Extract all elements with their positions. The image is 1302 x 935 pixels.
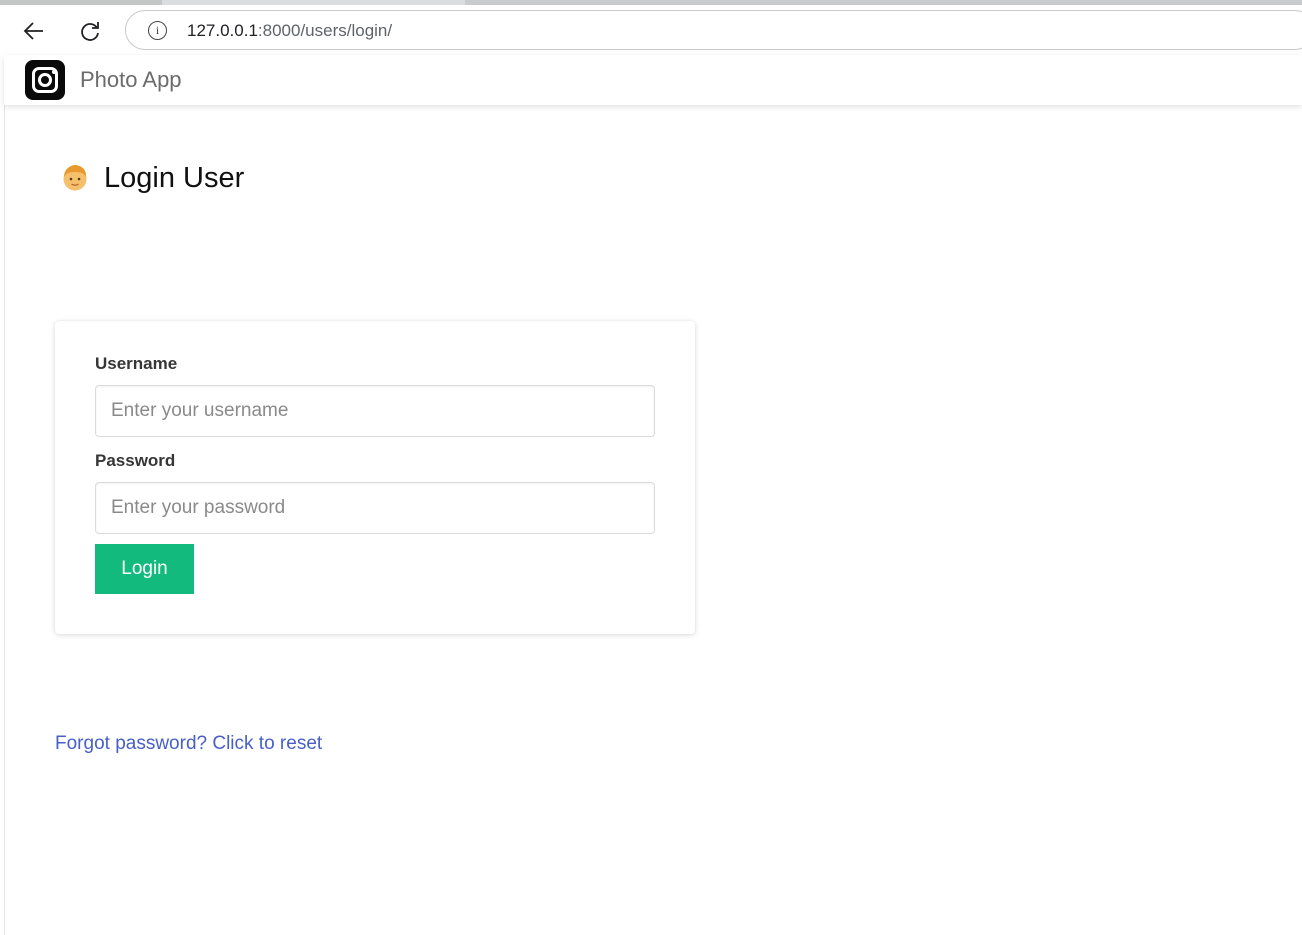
back-arrow-icon	[23, 22, 43, 40]
person-face-icon	[63, 165, 87, 191]
reload-icon	[81, 22, 99, 41]
address-bar[interactable]: i 127.0.0.1:8000/users/login/	[125, 10, 1302, 50]
login-button[interactable]: Login	[95, 544, 194, 594]
url-text[interactable]: 127.0.0.1:8000/users/login/	[187, 21, 392, 41]
brand-name[interactable]: Photo App	[80, 67, 182, 93]
url-host: 127.0.0.1	[187, 21, 258, 40]
page-title: Login User	[60, 158, 244, 198]
browser-toolbar: i 127.0.0.1:8000/users/login/	[0, 5, 1302, 56]
camera-icon[interactable]	[25, 60, 65, 100]
back-button[interactable]	[18, 15, 50, 47]
login-form: Username Password Login	[55, 321, 695, 634]
forgot-password-link[interactable]: Forgot password? Click to reset	[55, 733, 322, 755]
page-title-text: Login User	[104, 161, 245, 194]
url-path: :8000/users/login/	[257, 21, 393, 40]
reload-button[interactable]	[74, 15, 106, 47]
info-icon[interactable]: i	[148, 21, 167, 40]
password-input[interactable]	[95, 482, 655, 534]
navbar: Photo App	[4, 55, 1302, 105]
browser-chrome: i 127.0.0.1:8000/users/login/	[0, 0, 1302, 56]
password-label: Password	[95, 451, 176, 470]
username-label: Username	[95, 354, 178, 373]
username-input[interactable]	[95, 385, 655, 437]
